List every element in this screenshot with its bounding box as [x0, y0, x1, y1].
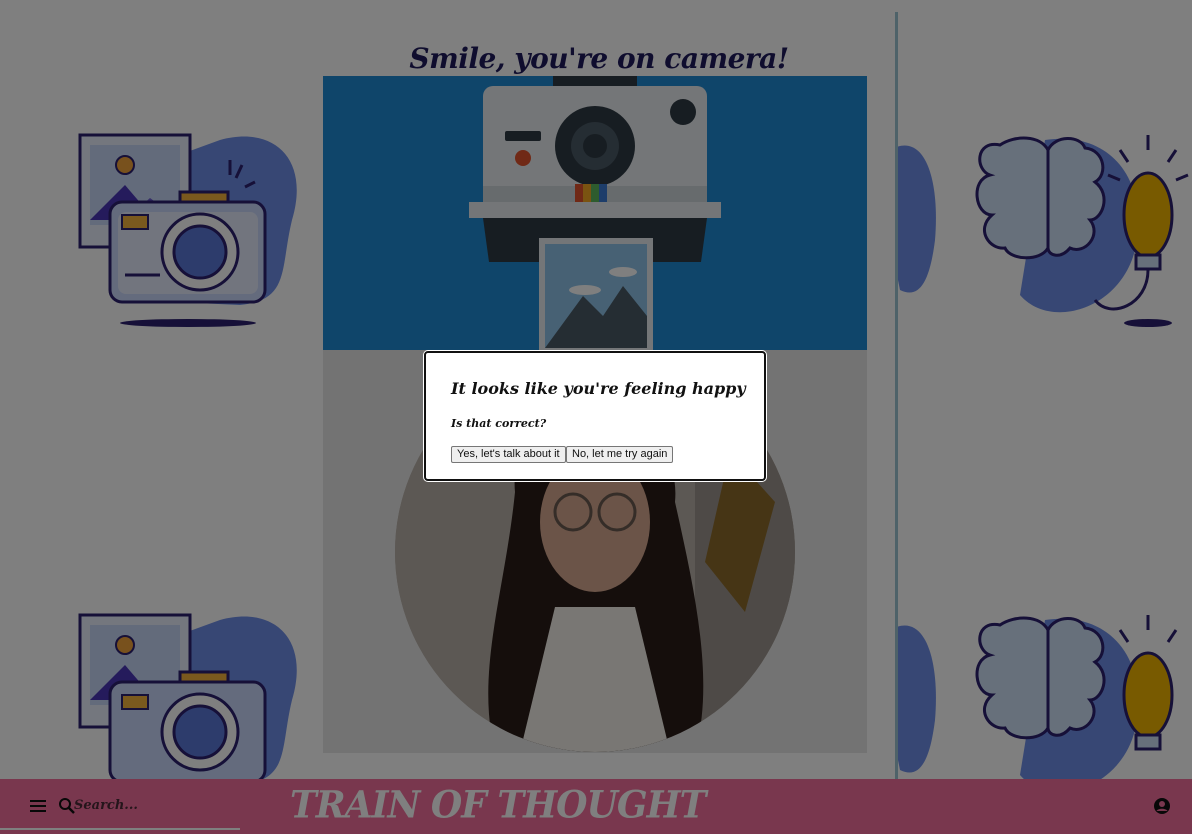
yes-talk-button[interactable]: Yes, let's talk about it [451, 446, 566, 463]
try-again-button[interactable]: No, let me try again [566, 446, 674, 463]
dialog-heading: It looks like you're feeling happy [451, 379, 746, 398]
dialog-question: Is that correct? [451, 417, 547, 430]
mood-confirm-dialog: It looks like you're feeling happy Is th… [424, 351, 766, 481]
